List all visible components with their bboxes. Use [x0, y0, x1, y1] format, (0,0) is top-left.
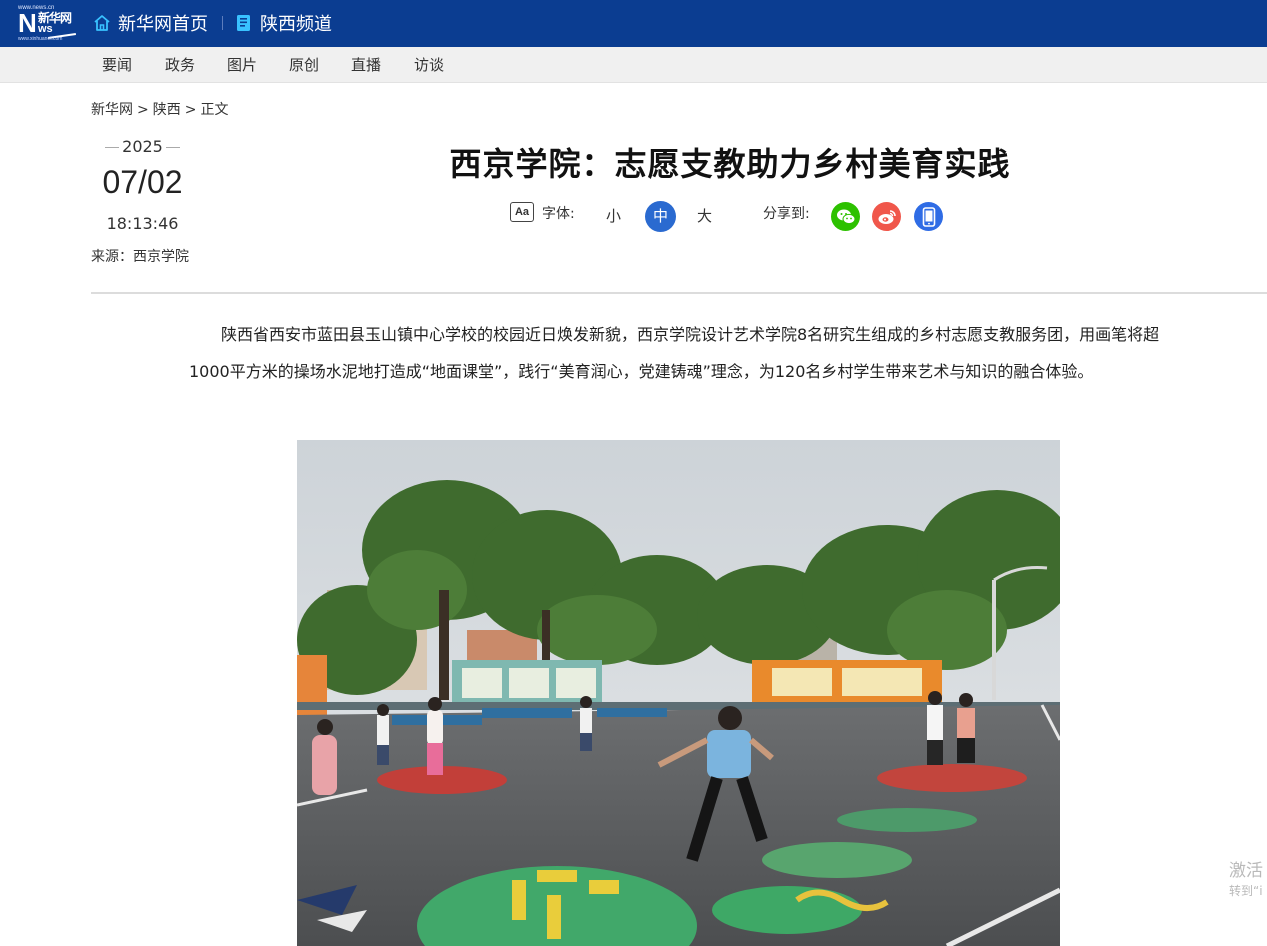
year-text: 2025 — [122, 137, 163, 156]
os-activation-watermark-line2: 转到“i — [1229, 884, 1263, 898]
breadcrumb: 新华网 > 陕西 > 正文 — [91, 99, 232, 119]
xinhua-logo[interactable]: www.news.cn N 新华网 ws www.xinhuanet.com — [16, 5, 78, 43]
breadcrumb-home[interactable]: 新华网 — [91, 102, 133, 118]
share-label: 分享到: — [763, 206, 810, 222]
mobile-icon — [922, 206, 935, 227]
channel-link-label: 陕西频道 — [260, 14, 332, 35]
font-size-icon: Aa — [510, 202, 534, 222]
os-activation-watermark-line1: 激活 — [1229, 861, 1263, 881]
subnav-item-government[interactable]: 政务 — [165, 56, 195, 74]
home-link-label: 新华网首页 — [118, 14, 208, 35]
subnav-item-original[interactable]: 原创 — [289, 56, 319, 74]
channel-link[interactable]: 陕西频道 — [234, 11, 332, 35]
breadcrumb-separator: > — [137, 102, 149, 118]
top-nav-separator — [222, 16, 223, 30]
breadcrumb-current: 正文 — [200, 102, 229, 118]
year-dash-right — [165, 147, 180, 148]
article-paragraph: 陕西省西安市蓝田县玉山镇中心学校的校园近日焕发新貌，西京学院设计艺术学院8名研究… — [189, 325, 1160, 381]
font-size-large-button[interactable]: 大 — [697, 205, 712, 226]
publish-time: 18:13:46 — [106, 214, 179, 233]
sub-nav: 要闻 政务 图片 原创 直播 访谈 — [0, 47, 1267, 83]
title-divider — [91, 292, 1267, 294]
breadcrumb-shaanxi[interactable]: 陕西 — [153, 102, 181, 118]
weibo-icon — [878, 209, 896, 224]
wechat-icon — [836, 209, 855, 224]
logo-n: N — [18, 8, 37, 38]
home-icon — [94, 15, 110, 31]
publish-year: 2025 — [91, 137, 194, 156]
logo-ws: ws — [38, 23, 53, 35]
font-size-medium-button[interactable]: 中 — [645, 201, 676, 232]
year-dash-left — [105, 147, 120, 148]
playground-photo-illustration — [297, 440, 1060, 946]
logo-bottom-text: www.xinhuanet.com — [18, 36, 63, 42]
article-photo — [297, 440, 1060, 946]
subnav-item-photos[interactable]: 图片 — [227, 56, 257, 74]
font-size-label: 字体: — [542, 206, 575, 222]
breadcrumb-separator: > — [184, 102, 197, 118]
home-link[interactable]: 新华网首页 — [92, 11, 208, 35]
top-bar: www.news.cn N 新华网 ws www.xinhuanet.com 新… — [0, 0, 1267, 47]
font-size-small-button[interactable]: 小 — [606, 205, 621, 226]
subnav-item-interview[interactable]: 访谈 — [414, 56, 444, 74]
article-title: 西京学院：志愿支教助力乡村美育实践 — [449, 145, 1011, 183]
publish-month-day: 07/02 — [102, 164, 183, 200]
subnav-item-live[interactable]: 直播 — [351, 56, 381, 74]
share-mobile-button[interactable] — [914, 202, 943, 231]
article-source: 来源：西京学院 — [91, 249, 189, 265]
share-wechat-button[interactable] — [831, 202, 860, 231]
book-icon — [237, 15, 250, 31]
subnav-item-news[interactable]: 要闻 — [102, 56, 132, 74]
share-weibo-button[interactable] — [872, 202, 901, 231]
